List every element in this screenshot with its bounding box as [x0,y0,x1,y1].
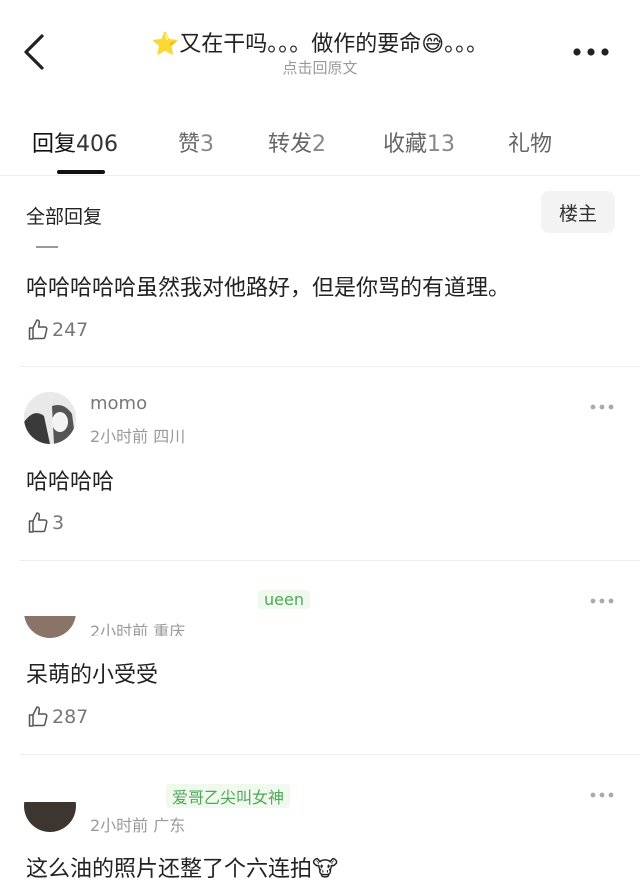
thumbs-up-icon [28,512,48,533]
owner-only-button[interactable]: 楼主 [541,191,615,233]
thumbs-up-icon [28,706,48,727]
tab-label: 赞 [178,132,201,157]
tab-replies[interactable]: 回复406 [32,126,118,158]
comment-time: 2小时前 [90,427,149,446]
more-horizontal-icon [590,404,614,410]
like-count: 287 [52,706,89,728]
comment-location: 广东 [153,816,186,835]
comment-meta: 2小时前 广东 [90,812,185,836]
sweat-smile-emoji-icon: 😅 [421,32,445,57]
avatar[interactable] [24,802,76,832]
comment-location: 四川 [153,427,186,446]
avatar[interactable] [24,392,76,444]
comment-text[interactable]: 哈哈哈哈 [26,464,114,496]
active-tab-indicator [57,170,105,174]
like-count: 247 [52,319,89,341]
cropped-fragment [36,246,58,248]
star-emoji-icon: ⭐ [151,32,180,57]
comment-more-button[interactable] [588,592,616,604]
tab-bar: 回复406 赞3 转发2 收藏13 礼物 [0,118,640,176]
comment-text[interactable]: 呆萌的小受受 [26,657,158,689]
tab-label: 回复 [32,132,77,157]
more-horizontal-icon [590,792,614,798]
user-badge: 爱哥乙尖叫女神 [166,784,291,808]
avatar[interactable] [24,616,76,638]
tab-count: 2 [312,132,327,157]
like-count: 3 [52,512,65,534]
comment-text[interactable]: 这么油的照片还整了个六连拍🐮 [26,851,338,883]
tab-count: 3 [200,132,215,157]
tab-likes[interactable]: 赞3 [178,126,214,158]
cow-emoji-icon: 🐮 [312,857,339,882]
post-title[interactable]: ⭐又在干吗。。。做作的要命😅。。。 [110,26,530,58]
comment-text-content: 这么油的照片还整了个六连拍 [26,857,313,882]
more-options-button[interactable] [568,42,614,62]
post-title-text: 又在干吗。。。做作的要命 [179,32,422,57]
tab-label: 转发 [268,132,313,157]
comment-location: 重庆 [153,622,186,636]
tab-reposts[interactable]: 转发2 [268,126,326,158]
user-badge: ueen [258,590,310,609]
like-button[interactable]: 3 [26,509,64,537]
tab-favorites[interactable]: 收藏13 [383,126,455,158]
like-button[interactable]: 247 [26,316,88,344]
comment-meta: 2小时前 四川 [90,423,185,447]
tab-count: 13 [427,132,456,157]
tab-count: 406 [76,132,119,157]
comment-time: 2小时前 [90,622,149,636]
divider [20,560,640,561]
tab-label: 收藏 [383,132,428,157]
post-title-suffix: 。。。 [444,32,489,57]
tab-gifts[interactable]: 礼物 [508,126,552,158]
divider [20,754,640,755]
all-replies-title: 全部回复 [26,206,103,228]
more-horizontal-icon [573,48,609,56]
divider [20,366,640,367]
tab-label: 礼物 [508,132,553,157]
like-button[interactable]: 287 [26,703,88,731]
top-bar: ⭐又在干吗。。。做作的要命😅。。。 点击回原文 [0,0,640,96]
comment-more-button[interactable] [588,786,616,798]
avatar-image [24,392,76,444]
username[interactable]: momo [90,393,147,415]
more-horizontal-icon [590,598,614,604]
back-to-original-link[interactable]: 点击回原文 [0,57,640,78]
thumbs-up-icon [28,319,48,340]
comment-more-button[interactable] [588,398,616,410]
comment-meta: 2小时前 重庆 [90,618,185,636]
comment-text[interactable]: 哈哈哈哈哈虽然我对他路好，但是你骂的有道理。 [26,270,510,302]
comment-time: 2小时前 [90,816,149,835]
